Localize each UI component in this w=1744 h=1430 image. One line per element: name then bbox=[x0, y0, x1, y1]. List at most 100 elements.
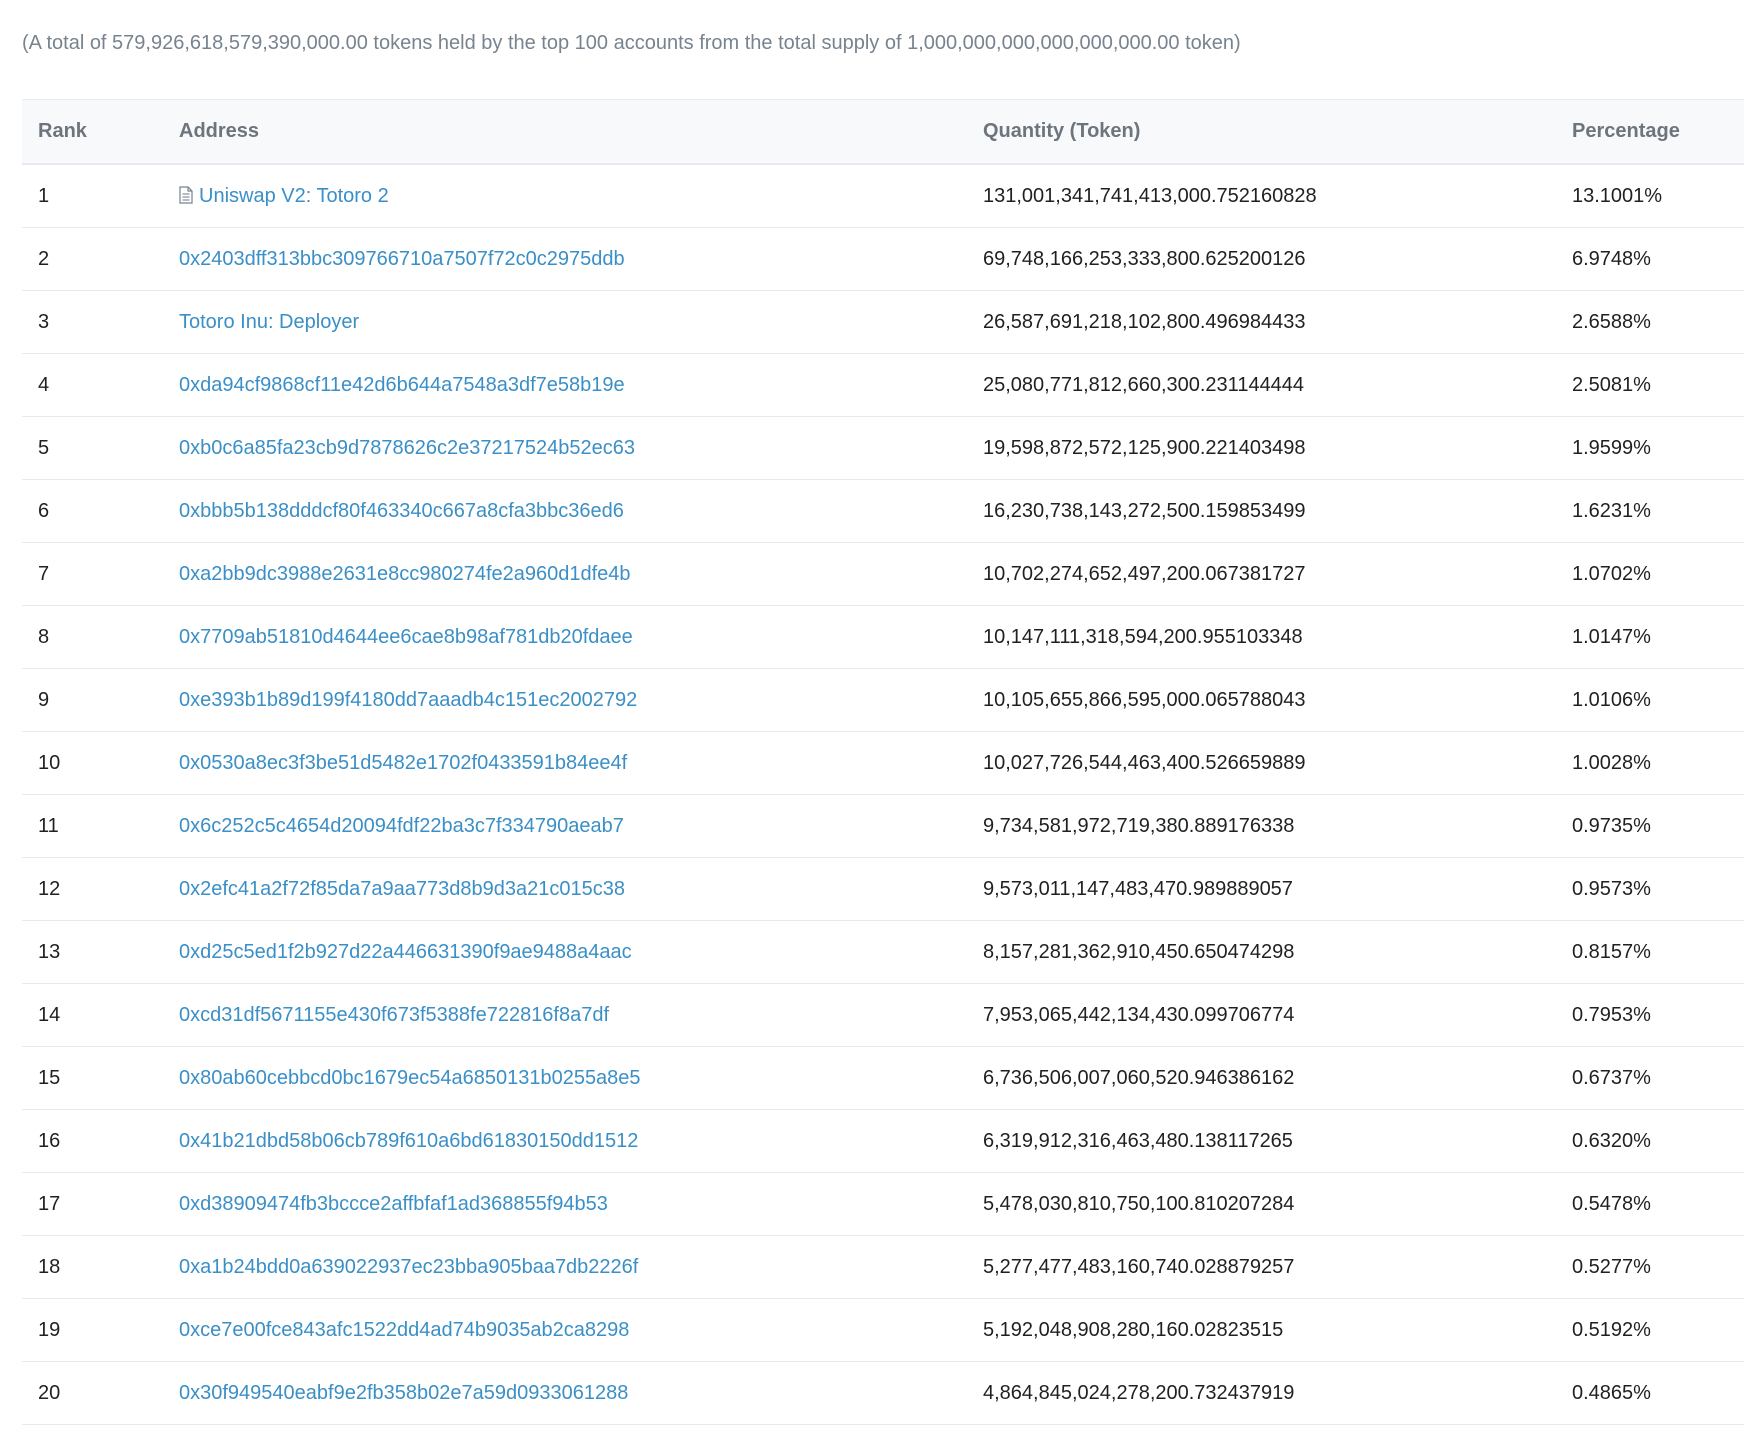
table-row: 9 0xe393b1b89d199f4180dd7aaadb4c151ec2002… bbox=[22, 668, 1744, 732]
quantity-cell: 10,702,274,652,497,200.067381727 bbox=[967, 542, 1556, 606]
address-link[interactable]: 0xd38909474fb3bccce2affbfaf1ad368855f94b… bbox=[179, 1193, 608, 1215]
percentage-cell: 6.9748% bbox=[1556, 227, 1744, 291]
table-row: 10 0x0530a8ec3f3be51d5482e1702f0433591b84… bbox=[22, 731, 1744, 795]
percentage-cell: 2.6588% bbox=[1556, 290, 1744, 354]
address-cell: 0x41b21dbd58b06cb789f610a6bd61830150dd15… bbox=[163, 1109, 967, 1173]
table-row: 20 0x30f949540eabf9e2fb358b02e7a59d093306… bbox=[22, 1361, 1744, 1425]
percentage-cell: 1.0702% bbox=[1556, 542, 1744, 606]
quantity-cell: 25,080,771,812,660,300.231144444 bbox=[967, 353, 1556, 417]
address-link[interactable]: 0x2efc41a2f72f85da7a9aa773d8b9d3a21c015c… bbox=[179, 878, 625, 900]
address-link[interactable]: Uniswap V2: Totoro 2 bbox=[199, 185, 389, 207]
rank-cell: 3 bbox=[22, 290, 163, 354]
table-row: 4 0xda94cf9868cf11e42d6b644a7548a3df7e58b… bbox=[22, 353, 1744, 417]
address-link[interactable]: 0xbbb5b138dddcf80f463340c667a8cfa3bbc36e… bbox=[179, 500, 624, 522]
rank-cell: 17 bbox=[22, 1172, 163, 1236]
table-row: 8 0x7709ab51810d4644ee6cae8b98af781db20fd… bbox=[22, 605, 1744, 669]
address-link[interactable]: 0x30f949540eabf9e2fb358b02e7a59d09330612… bbox=[179, 1382, 628, 1404]
address-link[interactable]: 0x41b21dbd58b06cb789f610a6bd61830150dd15… bbox=[179, 1130, 638, 1152]
percentage-cell: 0.5478% bbox=[1556, 1172, 1744, 1236]
address-link[interactable]: 0xe393b1b89d199f4180dd7aaadb4c151ec20027… bbox=[179, 689, 637, 711]
percentage-cell: 1.0028% bbox=[1556, 731, 1744, 795]
table-row: 12 0x2efc41a2f72f85da7a9aa773d8b9d3a21c01… bbox=[22, 857, 1744, 921]
rank-cell: 13 bbox=[22, 920, 163, 984]
quantity-cell: 19,598,872,572,125,900.221403498 bbox=[967, 416, 1556, 480]
rank-cell: 14 bbox=[22, 983, 163, 1047]
address-link[interactable]: 0x0530a8ec3f3be51d5482e1702f0433591b84ee… bbox=[179, 752, 627, 774]
address-cell: 0xda94cf9868cf11e42d6b644a7548a3df7e58b1… bbox=[163, 353, 967, 417]
address-cell: 0x30f949540eabf9e2fb358b02e7a59d09330612… bbox=[163, 1361, 967, 1425]
quantity-cell: 7,953,065,442,134,430.099706774 bbox=[967, 983, 1556, 1047]
quantity-cell: 5,192,048,908,280,160.02823515 bbox=[967, 1298, 1556, 1362]
address-link[interactable]: 0x2403dff313bbc309766710a7507f72c0c2975d… bbox=[179, 248, 625, 270]
rank-cell: 10 bbox=[22, 731, 163, 795]
quantity-cell: 5,277,477,483,160,740.028879257 bbox=[967, 1235, 1556, 1299]
quantity-cell: 10,105,655,866,595,000.065788043 bbox=[967, 668, 1556, 732]
address-link[interactable]: 0xce7e00fce843afc1522dd4ad74b9035ab2ca82… bbox=[179, 1319, 629, 1341]
percentage-cell: 0.9735% bbox=[1556, 794, 1744, 858]
quantity-cell: 131,001,341,741,413,000.752160828 bbox=[967, 164, 1556, 228]
table-row: 19 0xce7e00fce843afc1522dd4ad74b9035ab2ca… bbox=[22, 1298, 1744, 1362]
rank-cell: 11 bbox=[22, 794, 163, 858]
quantity-cell: 4,864,845,024,278,200.732437919 bbox=[967, 1361, 1556, 1425]
address-cell: 0xd38909474fb3bccce2affbfaf1ad368855f94b… bbox=[163, 1172, 967, 1236]
percentage-cell: 1.6231% bbox=[1556, 479, 1744, 543]
percentage-cell: 0.5192% bbox=[1556, 1298, 1744, 1362]
table-row: 11 0x6c252c5c4654d20094fdf22ba3c7f334790a… bbox=[22, 794, 1744, 858]
address-cell: 0x2efc41a2f72f85da7a9aa773d8b9d3a21c015c… bbox=[163, 857, 967, 921]
address-link[interactable]: 0x80ab60cebbcd0bc1679ec54a6850131b0255a8… bbox=[179, 1067, 641, 1089]
table-row: 14 0xcd31df5671155e430f673f5388fe722816f8… bbox=[22, 983, 1744, 1047]
table-row: 3 Totoro Inu: Deployer 26,587,691,218,102,… bbox=[22, 290, 1744, 354]
address-cell: 0x0530a8ec3f3be51d5482e1702f0433591b84ee… bbox=[163, 731, 967, 795]
holders-summary: (A total of 579,926,618,579,390,000.00 t… bbox=[22, 32, 1241, 54]
document-icon bbox=[179, 185, 193, 204]
address-cell: 0xb0c6a85fa23cb9d7878626c2e37217524b52ec… bbox=[163, 416, 967, 480]
rank-cell: 4 bbox=[22, 353, 163, 417]
quantity-cell: 6,319,912,316,463,480.138117265 bbox=[967, 1109, 1556, 1173]
address-link[interactable]: 0xda94cf9868cf11e42d6b644a7548a3df7e58b1… bbox=[179, 374, 625, 396]
rank-cell: 8 bbox=[22, 605, 163, 669]
address-column-header: Address bbox=[163, 99, 967, 165]
percentage-cell: 1.9599% bbox=[1556, 416, 1744, 480]
percentage-cell: 0.6320% bbox=[1556, 1109, 1744, 1173]
address-cell: 0x80ab60cebbcd0bc1679ec54a6850131b0255a8… bbox=[163, 1046, 967, 1110]
address-cell: 0xa2bb9dc3988e2631e8cc980274fe2a960d1dfe… bbox=[163, 542, 967, 606]
table-row: 17 0xd38909474fb3bccce2affbfaf1ad368855f9… bbox=[22, 1172, 1744, 1236]
address-link[interactable]: 0xb0c6a85fa23cb9d7878626c2e37217524b52ec… bbox=[179, 437, 635, 459]
rank-cell: 12 bbox=[22, 857, 163, 921]
address-link[interactable]: 0xd25c5ed1f2b927d22a446631390f9ae9488a4a… bbox=[179, 941, 632, 963]
quantity-cell: 10,147,111,318,594,200.955103348 bbox=[967, 605, 1556, 669]
quantity-cell: 8,157,281,362,910,450.650474298 bbox=[967, 920, 1556, 984]
address-cell: 0xce7e00fce843afc1522dd4ad74b9035ab2ca82… bbox=[163, 1298, 967, 1362]
percentage-cell: 0.5277% bbox=[1556, 1235, 1744, 1299]
address-link[interactable]: 0xa1b24bdd0a639022937ec23bba905baa7db222… bbox=[179, 1256, 638, 1278]
percentage-cell: 2.5081% bbox=[1556, 353, 1744, 417]
percentage-cell: 0.9573% bbox=[1556, 857, 1744, 921]
address-link[interactable]: 0xcd31df5671155e430f673f5388fe722816f8a7… bbox=[179, 1004, 609, 1026]
table-row: 16 0x41b21dbd58b06cb789f610a6bd61830150dd… bbox=[22, 1109, 1744, 1173]
percentage-cell: 0.4865% bbox=[1556, 1361, 1744, 1425]
quantity-cell: 9,734,581,972,719,380.889176338 bbox=[967, 794, 1556, 858]
quantity-column-header: Quantity (Token) bbox=[967, 99, 1556, 165]
address-link[interactable]: 0xa2bb9dc3988e2631e8cc980274fe2a960d1dfe… bbox=[179, 563, 631, 585]
address-cell: Totoro Inu: Deployer bbox=[163, 290, 967, 354]
address-cell: 0xbbb5b138dddcf80f463340c667a8cfa3bbc36e… bbox=[163, 479, 967, 543]
address-cell: 0xa1b24bdd0a639022937ec23bba905baa7db222… bbox=[163, 1235, 967, 1299]
rank-cell: 5 bbox=[22, 416, 163, 480]
table-row: 13 0xd25c5ed1f2b927d22a446631390f9ae9488a… bbox=[22, 920, 1744, 984]
address-link[interactable]: 0x7709ab51810d4644ee6cae8b98af781db20fda… bbox=[179, 626, 633, 648]
percentage-cell: 1.0106% bbox=[1556, 668, 1744, 732]
table-row: 2 0x2403dff313bbc309766710a7507f72c0c2975… bbox=[22, 227, 1744, 291]
rank-cell: 16 bbox=[22, 1109, 163, 1173]
table-row: 5 0xb0c6a85fa23cb9d7878626c2e37217524b52e… bbox=[22, 416, 1744, 480]
table-row: 18 0xa1b24bdd0a639022937ec23bba905baa7db2… bbox=[22, 1235, 1744, 1299]
rank-cell: 7 bbox=[22, 542, 163, 606]
percentage-cell: 0.7953% bbox=[1556, 983, 1744, 1047]
percentage-column-header: Percentage bbox=[1556, 99, 1744, 165]
address-link[interactable]: 0x6c252c5c4654d20094fdf22ba3c7f334790aea… bbox=[179, 815, 624, 837]
table-row: 15 0x80ab60cebbcd0bc1679ec54a6850131b0255… bbox=[22, 1046, 1744, 1110]
table-row: 7 0xa2bb9dc3988e2631e8cc980274fe2a960d1df… bbox=[22, 542, 1744, 606]
percentage-cell: 13.1001% bbox=[1556, 164, 1744, 228]
rank-cell: 1 bbox=[22, 164, 163, 228]
quantity-cell: 10,027,726,544,463,400.526659889 bbox=[967, 731, 1556, 795]
address-link[interactable]: Totoro Inu: Deployer bbox=[179, 311, 359, 333]
